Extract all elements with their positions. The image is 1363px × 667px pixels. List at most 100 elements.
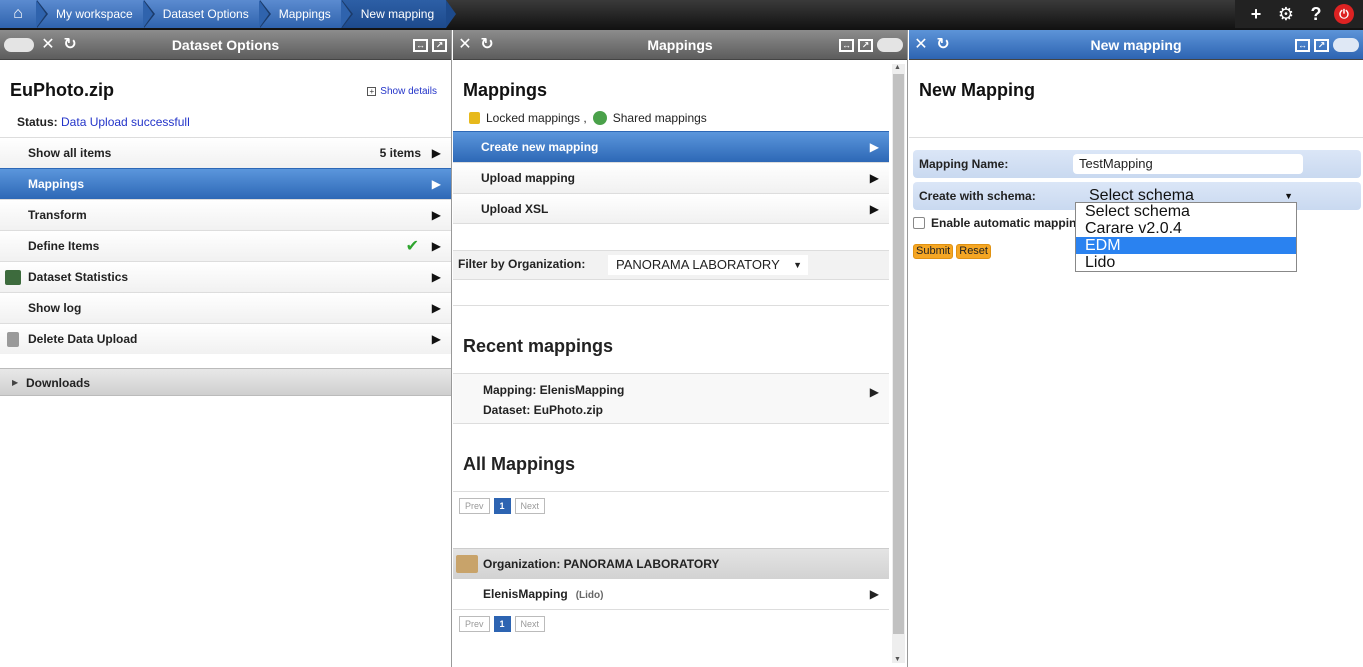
- menu-item-transform[interactable]: Transform ▶: [0, 199, 451, 230]
- share-icon[interactable]: ↗: [858, 38, 873, 52]
- share-icon[interactable]: ↗: [432, 38, 447, 52]
- status-value: Data Upload successfull: [61, 115, 190, 129]
- breadcrumb-item-workspace[interactable]: My workspace: [36, 0, 155, 28]
- chart-icon: [5, 270, 21, 285]
- breadcrumb: ⌂ My workspace Dataset Options Mappings …: [0, 0, 457, 28]
- prev-button[interactable]: Prev: [459, 616, 490, 632]
- reset-button[interactable]: Reset: [956, 244, 991, 259]
- recent-mappings-title: Recent mappings: [453, 306, 889, 374]
- recent-mapping-row[interactable]: Mapping: ElenisMapping Dataset: EuPhoto.…: [453, 374, 889, 424]
- arrow-right-icon: ▶: [431, 301, 441, 315]
- expand-icon[interactable]: ↔: [1295, 38, 1310, 52]
- scrollbar[interactable]: ▲ ▼: [892, 64, 905, 663]
- home-button[interactable]: ⌂: [0, 0, 48, 28]
- close-icon[interactable]: ✕: [40, 30, 56, 60]
- panel-title: Mappings: [647, 37, 713, 53]
- chevron-down-icon: ▼: [793, 260, 802, 270]
- arrow-right-icon: ▶: [869, 587, 879, 601]
- arrow-right-icon: ▶: [431, 146, 441, 160]
- upload-mapping-item[interactable]: Upload mapping ▶: [453, 162, 889, 193]
- pager: Prev 1 Next: [453, 492, 889, 520]
- refresh-icon[interactable]: ↻: [62, 30, 78, 60]
- gear-icon[interactable]: ⚙: [1274, 4, 1298, 25]
- arrow-right-icon: ▶: [869, 202, 879, 216]
- section-title: Mappings: [463, 80, 547, 100]
- mappings-content: Mappings Locked mappings , Shared mappin…: [453, 60, 889, 667]
- plus-icon[interactable]: +: [1244, 4, 1268, 25]
- organization-icon: [456, 555, 478, 573]
- mapping-name-row: Mapping Name: TestMapping: [913, 150, 1361, 178]
- back-pill-icon[interactable]: [4, 38, 34, 52]
- panel-title: New mapping: [1090, 37, 1182, 53]
- plus-box-icon: +: [367, 87, 377, 96]
- next-button[interactable]: Next: [514, 498, 546, 514]
- pager-bottom: Prev 1 Next: [453, 610, 889, 638]
- menu-item-show-all-items[interactable]: Show all items 5 items ▶: [0, 137, 451, 168]
- forward-pill-icon[interactable]: [1333, 38, 1359, 52]
- organization-select[interactable]: PANORAMA LABORATORY ▼: [608, 255, 808, 275]
- schema-option[interactable]: Lido: [1076, 254, 1296, 271]
- panel-header: ✕ ↻ New mapping ↔ ↗: [909, 30, 1363, 60]
- home-icon: ⌂: [13, 5, 23, 22]
- next-button[interactable]: Next: [514, 616, 546, 632]
- shared-icon: [592, 111, 607, 125]
- expand-icon[interactable]: ↔: [413, 38, 428, 52]
- mappings-panel: ✕ ↻ Mappings ↔ ↗ Mappings Locked mapping…: [453, 30, 908, 667]
- share-icon[interactable]: ↗: [1314, 38, 1329, 52]
- panel-title: Dataset Options: [171, 37, 280, 53]
- help-icon[interactable]: ?: [1304, 4, 1328, 25]
- mappings-legend: Locked mappings , Shared mappings: [453, 111, 889, 131]
- checkmark-icon: ✔: [405, 238, 419, 255]
- schema-option[interactable]: Select schema: [1076, 203, 1296, 220]
- lock-icon: [469, 112, 480, 124]
- scroll-down-icon[interactable]: ▼: [894, 656, 901, 663]
- arrow-right-icon: ▶: [431, 208, 441, 222]
- downloads-section[interactable]: ▶ Downloads: [0, 368, 451, 396]
- upload-xsl-item[interactable]: Upload XSL ▶: [453, 193, 889, 224]
- close-icon[interactable]: ✕: [913, 30, 929, 60]
- triangle-right-icon: ▶: [12, 378, 19, 387]
- menu-item-delete-data-upload[interactable]: Delete Data Upload ▶: [0, 323, 451, 354]
- breadcrumb-item-mappings[interactable]: Mappings: [258, 0, 353, 28]
- create-new-mapping-item[interactable]: Create new mapping ▶: [453, 131, 889, 162]
- arrow-right-icon: ▶: [431, 332, 441, 346]
- refresh-icon[interactable]: ↻: [935, 30, 951, 60]
- panel-header: ✕ ↻ Mappings ↔ ↗: [453, 30, 907, 60]
- schema-dropdown-list: Select schema Carare v2.0.4 EDM Lido: [1075, 202, 1297, 272]
- schema-option-highlighted[interactable]: EDM: [1076, 237, 1296, 254]
- refresh-icon[interactable]: ↻: [479, 30, 495, 60]
- trash-icon: [7, 332, 19, 347]
- dataset-options-panel: ✕ ↻ Dataset Options ↔ ↗ EuPhoto.zip + Sho…: [0, 30, 452, 667]
- page-button[interactable]: 1: [493, 616, 511, 632]
- forward-pill-icon[interactable]: [877, 38, 903, 52]
- menu-item-show-log[interactable]: Show log ▶: [0, 292, 451, 323]
- menu-item-mappings[interactable]: Mappings ▶: [0, 168, 451, 199]
- power-icon[interactable]: ⏻: [1334, 4, 1354, 24]
- arrow-right-icon: ▶: [431, 270, 441, 284]
- auto-mapping-checkbox[interactable]: [913, 217, 925, 229]
- scroll-up-icon[interactable]: ▲: [894, 64, 901, 71]
- expand-icon[interactable]: ↔: [839, 38, 854, 52]
- top-bar: ⌂ My workspace Dataset Options Mappings …: [0, 0, 1363, 30]
- submit-button[interactable]: Submit: [913, 244, 954, 259]
- arrow-right-icon: ▶: [431, 239, 441, 253]
- organization-filter: Filter by Organization: PANORAMA LABORAT…: [453, 250, 889, 280]
- breadcrumb-item-new-mapping[interactable]: New mapping: [340, 0, 457, 28]
- all-mappings-title: All Mappings: [453, 424, 889, 492]
- prev-button[interactable]: Prev: [459, 498, 490, 514]
- page-button[interactable]: 1: [493, 498, 511, 514]
- show-details-link[interactable]: + Show details: [367, 86, 437, 97]
- menu-item-define-items[interactable]: Define Items ✔ ▶: [0, 230, 451, 261]
- arrow-right-icon: ▶: [869, 171, 879, 185]
- mapping-name-input[interactable]: TestMapping: [1073, 154, 1303, 174]
- menu-item-dataset-statistics[interactable]: Dataset Statistics ▶: [0, 261, 451, 292]
- new-mapping-panel: ✕ ↻ New mapping ↔ ↗ New Mapping Mapping …: [909, 30, 1363, 667]
- form-title: New Mapping: [909, 60, 1363, 138]
- breadcrumb-item-dataset-options[interactable]: Dataset Options: [142, 0, 271, 28]
- arrow-right-icon: ▶: [869, 385, 879, 399]
- mapping-row[interactable]: ElenisMapping (Lido) ▶: [453, 579, 889, 610]
- close-icon[interactable]: ✕: [457, 30, 473, 60]
- scrollbar-thumb[interactable]: [893, 74, 904, 634]
- top-icons: + ⚙ ? ⏻: [1235, 0, 1363, 28]
- schema-option[interactable]: Carare v2.0.4: [1076, 220, 1296, 237]
